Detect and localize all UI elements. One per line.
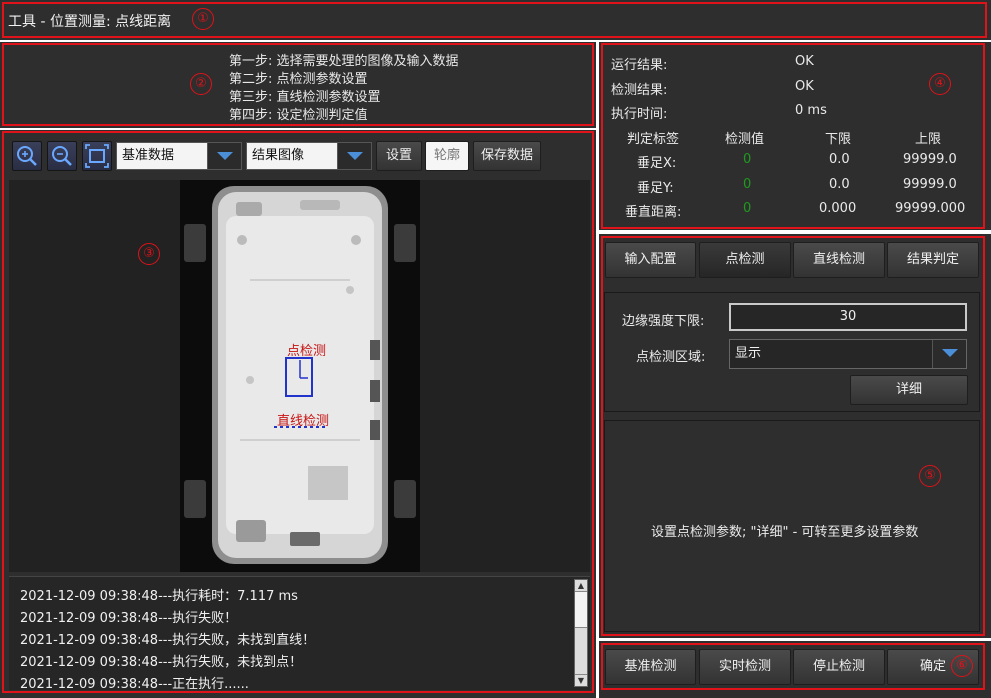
marker-6: ⑥ bbox=[951, 655, 973, 677]
row-upper: 99999.0 bbox=[903, 152, 957, 167]
row-value: 0 bbox=[743, 201, 752, 216]
check-result-value: OK bbox=[795, 79, 814, 94]
zoom-in-icon bbox=[17, 146, 37, 166]
marker-4: ④ bbox=[929, 73, 951, 95]
image-viewport[interactable]: 点检测 直线检测 bbox=[9, 180, 590, 572]
row-value: 0 bbox=[743, 177, 752, 192]
chevron-down-icon bbox=[207, 143, 241, 169]
row-value: 0 bbox=[743, 152, 752, 167]
row-lower: 0.000 bbox=[819, 201, 857, 216]
point-detect-label: 点检测 bbox=[287, 344, 327, 359]
log-scrollbar[interactable]: ▲ ▼ bbox=[574, 579, 588, 687]
marker-5: ⑤ bbox=[919, 465, 941, 487]
run-result-value: OK bbox=[795, 54, 814, 69]
log-area: 2021-12-09 09:38:48---执行耗时：7.117 ms 2021… bbox=[9, 576, 590, 692]
tab-result-judge[interactable]: 结果判定 bbox=[887, 242, 979, 278]
fit-view-icon bbox=[85, 144, 109, 168]
chevron-down-icon bbox=[932, 340, 966, 368]
fit-view-button[interactable] bbox=[82, 141, 112, 171]
params-form: 边缘强度下限: 30 点检测区域: 显示 详细 bbox=[604, 292, 980, 412]
log-line: 2021-12-09 09:38:48---执行失败，未找到点！ bbox=[20, 655, 303, 670]
log-line: 2021-12-09 09:38:48---正在执行...... bbox=[20, 677, 249, 692]
row-lower: 0.0 bbox=[829, 177, 850, 192]
step-1: 第一步: 选择需要处理的图像及输入数据 bbox=[229, 54, 459, 69]
log-line: 2021-12-09 09:38:48---执行失败！ bbox=[20, 611, 238, 626]
detect-region-label: 点检测区域: bbox=[636, 350, 706, 365]
log-line: 2021-12-09 09:38:48---执行失败，未找到直线！ bbox=[20, 633, 316, 648]
window-title: 工具 - 位置测量: 点线距离 bbox=[8, 14, 172, 30]
zoom-in-button[interactable] bbox=[12, 141, 42, 171]
params-panel: 输入配置 点检测 直线检测 结果判定 边缘强度下限: 30 点检测区域: 显示 … bbox=[599, 234, 991, 638]
header-lower: 下限 bbox=[825, 132, 852, 147]
header-label: 判定标签 bbox=[627, 132, 680, 147]
chevron-down-icon bbox=[337, 143, 371, 169]
marker-1: ① bbox=[192, 8, 214, 30]
row-label: 垂直距离: bbox=[625, 205, 682, 220]
base-data-value: 基准数据 bbox=[122, 148, 175, 163]
row-upper: 99999.0 bbox=[903, 177, 957, 192]
row-lower: 0.0 bbox=[829, 152, 850, 167]
header-upper: 上限 bbox=[915, 132, 942, 147]
edge-strength-input[interactable]: 30 bbox=[729, 303, 967, 331]
scroll-thumb[interactable] bbox=[575, 592, 587, 628]
title-bar: 工具 - 位置测量: 点线距离 bbox=[0, 0, 991, 40]
result-image-select[interactable]: 结果图像 bbox=[246, 142, 372, 170]
zoom-out-icon bbox=[52, 146, 72, 166]
row-label: 垂足Y: bbox=[637, 181, 674, 196]
exec-time-label: 执行时间: bbox=[611, 107, 668, 122]
hint-area: 设置点检测参数; "详细" - 可转至更多设置参数 bbox=[604, 420, 980, 632]
tab-line-detect[interactable]: 直线检测 bbox=[793, 242, 885, 278]
detect-region-value: 显示 bbox=[735, 346, 762, 361]
marker-3: ③ bbox=[138, 243, 160, 265]
steps-panel: 第一步: 选择需要处理的图像及输入数据 第二步: 点检测参数设置 第三步: 直线… bbox=[0, 42, 596, 128]
hint-text: 设置点检测参数; "详细" - 可转至更多设置参数 bbox=[651, 525, 919, 540]
detect-region-select[interactable]: 显示 bbox=[729, 339, 967, 369]
footer-bar: 基准检测 实时检测 停止检测 确定 bbox=[599, 641, 991, 698]
row-label: 垂足X: bbox=[637, 156, 677, 171]
check-result-label: 检测结果: bbox=[611, 83, 668, 98]
exec-time-value: 0 ms bbox=[795, 103, 827, 118]
row-upper: 99999.000 bbox=[895, 201, 966, 216]
line-detect-label: 直线检测 bbox=[277, 414, 330, 429]
save-data-button[interactable]: 保存数据 bbox=[473, 141, 541, 171]
edge-strength-label: 边缘强度下限: bbox=[622, 314, 705, 329]
run-result-label: 运行结果: bbox=[611, 58, 668, 73]
detail-button[interactable]: 详细 bbox=[850, 375, 968, 405]
settings-button[interactable]: 设置 bbox=[376, 141, 422, 171]
base-data-select[interactable]: 基准数据 bbox=[116, 142, 242, 170]
image-panel: 基准数据 结果图像 设置 轮廓 保存数据 点检测 直线检测 2021-12-09… bbox=[0, 130, 596, 698]
header-value: 检测值 bbox=[725, 132, 765, 147]
step-4: 第四步: 设定检测判定值 bbox=[229, 108, 368, 123]
step-3: 第三步: 直线检测参数设置 bbox=[229, 90, 381, 105]
contour-button[interactable]: 轮廓 bbox=[425, 141, 469, 171]
scroll-down-icon[interactable]: ▼ bbox=[575, 674, 587, 686]
step-2: 第二步: 点检测参数设置 bbox=[229, 72, 368, 87]
scroll-up-icon[interactable]: ▲ bbox=[575, 580, 587, 592]
inspection-image bbox=[180, 180, 420, 572]
realtime-detect-button[interactable]: 实时检测 bbox=[699, 649, 791, 685]
results-panel: 运行结果: OK 检测结果: OK 执行时间: 0 ms 判定标签 检测值 下限… bbox=[599, 42, 991, 230]
baseline-detect-button[interactable]: 基准检测 bbox=[605, 649, 696, 685]
tab-input-config[interactable]: 输入配置 bbox=[605, 242, 696, 278]
result-image-value: 结果图像 bbox=[252, 148, 305, 163]
stop-detect-button[interactable]: 停止检测 bbox=[793, 649, 885, 685]
log-line: 2021-12-09 09:38:48---执行耗时：7.117 ms bbox=[20, 589, 298, 604]
marker-2: ② bbox=[190, 73, 212, 95]
tab-point-detect[interactable]: 点检测 bbox=[699, 242, 791, 278]
zoom-out-button[interactable] bbox=[47, 141, 77, 171]
